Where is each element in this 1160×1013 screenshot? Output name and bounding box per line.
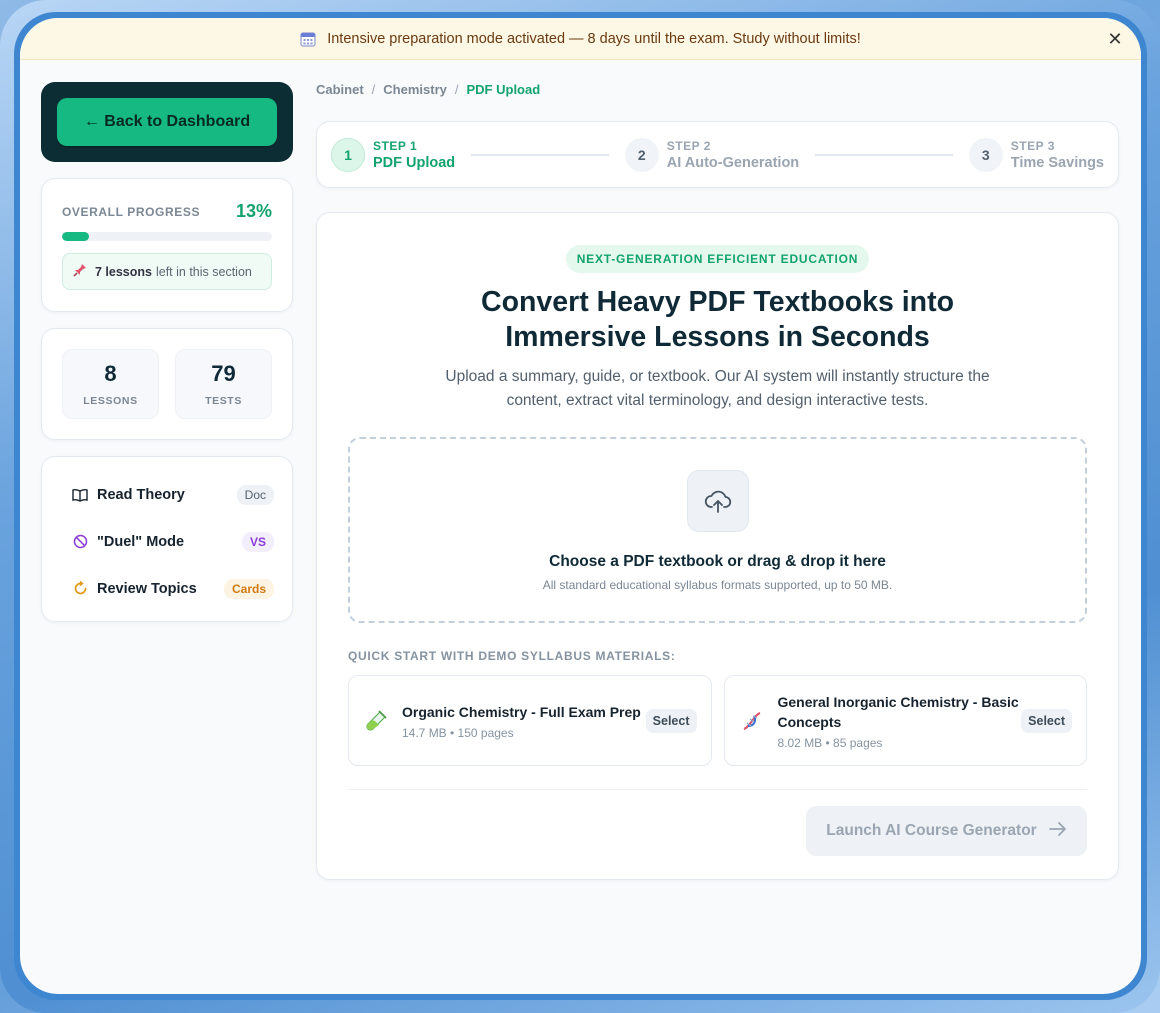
back-to-dashboard-button[interactable]: ← Back to Dashboard — [57, 98, 277, 146]
stat-tests-number: 79 — [211, 361, 236, 386]
demo-list: Organic Chemistry - Full Exam Prep 14.7 … — [348, 675, 1087, 766]
step-3: 3 STEP 3 Time Savings — [968, 137, 1104, 172]
step-number: 3 — [968, 137, 1003, 172]
hero-pill: NEXT-GENERATION EFFICIENT EDUCATION — [565, 245, 870, 273]
page-subtitle: Upload a summary, guide, or textbook. Ou… — [445, 368, 990, 409]
progress-bar — [62, 232, 272, 241]
step-number: 1 — [331, 137, 365, 172]
app-window: Intensive preparation mode activated — 8… — [20, 18, 1141, 994]
progress-label: OVERALL PROGRESS — [62, 204, 201, 219]
select-button[interactable]: Select — [645, 708, 697, 733]
lessons-left-count: 7 lessons — [95, 264, 152, 279]
step-name: AI Auto-Generation — [666, 154, 800, 171]
cloud-upload-icon — [686, 470, 749, 532]
breadcrumb-cabinet[interactable]: Cabinet — [316, 82, 364, 102]
refresh-icon — [72, 581, 88, 597]
launch-label: Launch AI Course Generator — [826, 822, 1037, 839]
stepper: 1 STEP 1 PDF Upload 2 STEP 2 AI Auto-Gen… — [316, 121, 1119, 188]
demo-item-organic[interactable]: Organic Chemistry - Full Exam Prep 14.7 … — [348, 675, 712, 766]
step-kicker: STEP 1 — [373, 138, 418, 153]
launch-generator-button[interactable]: Launch AI Course Generator — [806, 806, 1087, 856]
quick-start-label: QUICK START WITH DEMO SYLLABUS MATERIALS… — [348, 649, 676, 663]
lessons-left-note: 7 lessons left in this section — [62, 253, 272, 290]
breadcrumb: Cabinet / Chemistry / PDF Upload — [316, 82, 1119, 102]
step-number: 2 — [624, 137, 659, 172]
dropzone-hint: All standard educational syllabus format… — [542, 578, 893, 592]
menu-item-review-topics[interactable]: Review Topics Cards — [72, 565, 274, 612]
ban-icon — [72, 534, 88, 550]
announcement-banner: Intensive preparation mode activated — 8… — [20, 18, 1141, 60]
stat-tests: 79 TESTS — [175, 349, 272, 419]
demo-meta: 14.7 MB • 150 pages — [402, 725, 514, 740]
divider — [348, 789, 1087, 790]
pdf-dropzone[interactable]: Choose a PDF textbook or drag & drop it … — [348, 437, 1087, 623]
step-2: 2 STEP 2 AI Auto-Generation — [624, 137, 800, 172]
demo-item-inorganic[interactable]: General Inorganic Chemistry - Basic Conc… — [723, 675, 1087, 766]
doc-badge: Doc — [236, 484, 274, 505]
step-kicker: STEP 3 — [1010, 138, 1055, 153]
cards-badge: Cards — [223, 578, 274, 599]
progress-value: 13% — [235, 201, 272, 221]
menu-item-label: Review Topics — [97, 580, 197, 597]
step-1: 1 STEP 1 PDF Upload — [331, 137, 456, 172]
stat-lessons: 8 LESSONS — [62, 349, 159, 419]
progress-card: OVERALL PROGRESS 13% 7 lessons left in t… — [41, 178, 293, 312]
main-content: Cabinet / Chemistry / PDF Upload 1 STEP … — [316, 82, 1119, 880]
menu-item-duel-mode[interactable]: "Duel" Mode VS — [72, 518, 274, 565]
close-icon[interactable]: ✕ — [1105, 29, 1125, 49]
menu-item-read-theory[interactable]: Read Theory Doc — [72, 471, 274, 518]
stats-card: 8 LESSONS 79 TESTS — [41, 328, 293, 440]
stat-lessons-label: LESSONS — [83, 395, 138, 407]
step-connector — [471, 153, 609, 156]
step-name: Time Savings — [1010, 154, 1104, 171]
page-title: Convert Heavy PDF Textbooks into Immersi… — [481, 286, 954, 353]
banner-text: Intensive preparation mode activated — 8… — [327, 30, 861, 47]
vs-badge: VS — [241, 531, 274, 552]
arrow-right-icon — [1048, 821, 1067, 841]
breadcrumb-chemistry[interactable]: Chemistry — [383, 82, 447, 102]
stat-tests-label: TESTS — [205, 395, 242, 407]
step-connector — [815, 153, 953, 156]
pin-icon — [73, 263, 87, 280]
menu-item-label: "Duel" Mode — [97, 533, 185, 550]
select-button[interactable]: Select — [1021, 708, 1072, 733]
dna-icon — [741, 710, 763, 732]
sidebar: ← Back to Dashboard OVERALL PROGRESS 13%… — [41, 82, 293, 622]
lessons-left-text: left in this section — [155, 264, 252, 279]
actions-menu: Read Theory Doc "Duel" Mode VS Review To… — [41, 456, 293, 622]
demo-meta: 8.02 MB • 85 pages — [777, 735, 883, 750]
breadcrumb-current: PDF Upload — [466, 82, 541, 97]
upload-panel: NEXT-GENERATION EFFICIENT EDUCATION Conv… — [316, 212, 1119, 880]
demo-title: General Inorganic Chemistry - Basic Conc… — [777, 693, 1019, 730]
test-tube-icon — [365, 709, 387, 732]
dropzone-title: Choose a PDF textbook or drag & drop it … — [549, 553, 886, 570]
demo-title: Organic Chemistry - Full Exam Prep — [402, 703, 641, 720]
back-card: ← Back to Dashboard — [41, 82, 293, 162]
stat-lessons-number: 8 — [104, 361, 117, 386]
calendar-icon — [300, 31, 316, 47]
menu-item-label: Read Theory — [97, 486, 185, 503]
progress-bar-fill — [62, 232, 90, 241]
step-kicker: STEP 2 — [666, 138, 711, 153]
book-icon — [72, 487, 88, 503]
step-name: PDF Upload — [373, 154, 456, 171]
device-screen: Intensive preparation mode activated — 8… — [14, 12, 1147, 1000]
